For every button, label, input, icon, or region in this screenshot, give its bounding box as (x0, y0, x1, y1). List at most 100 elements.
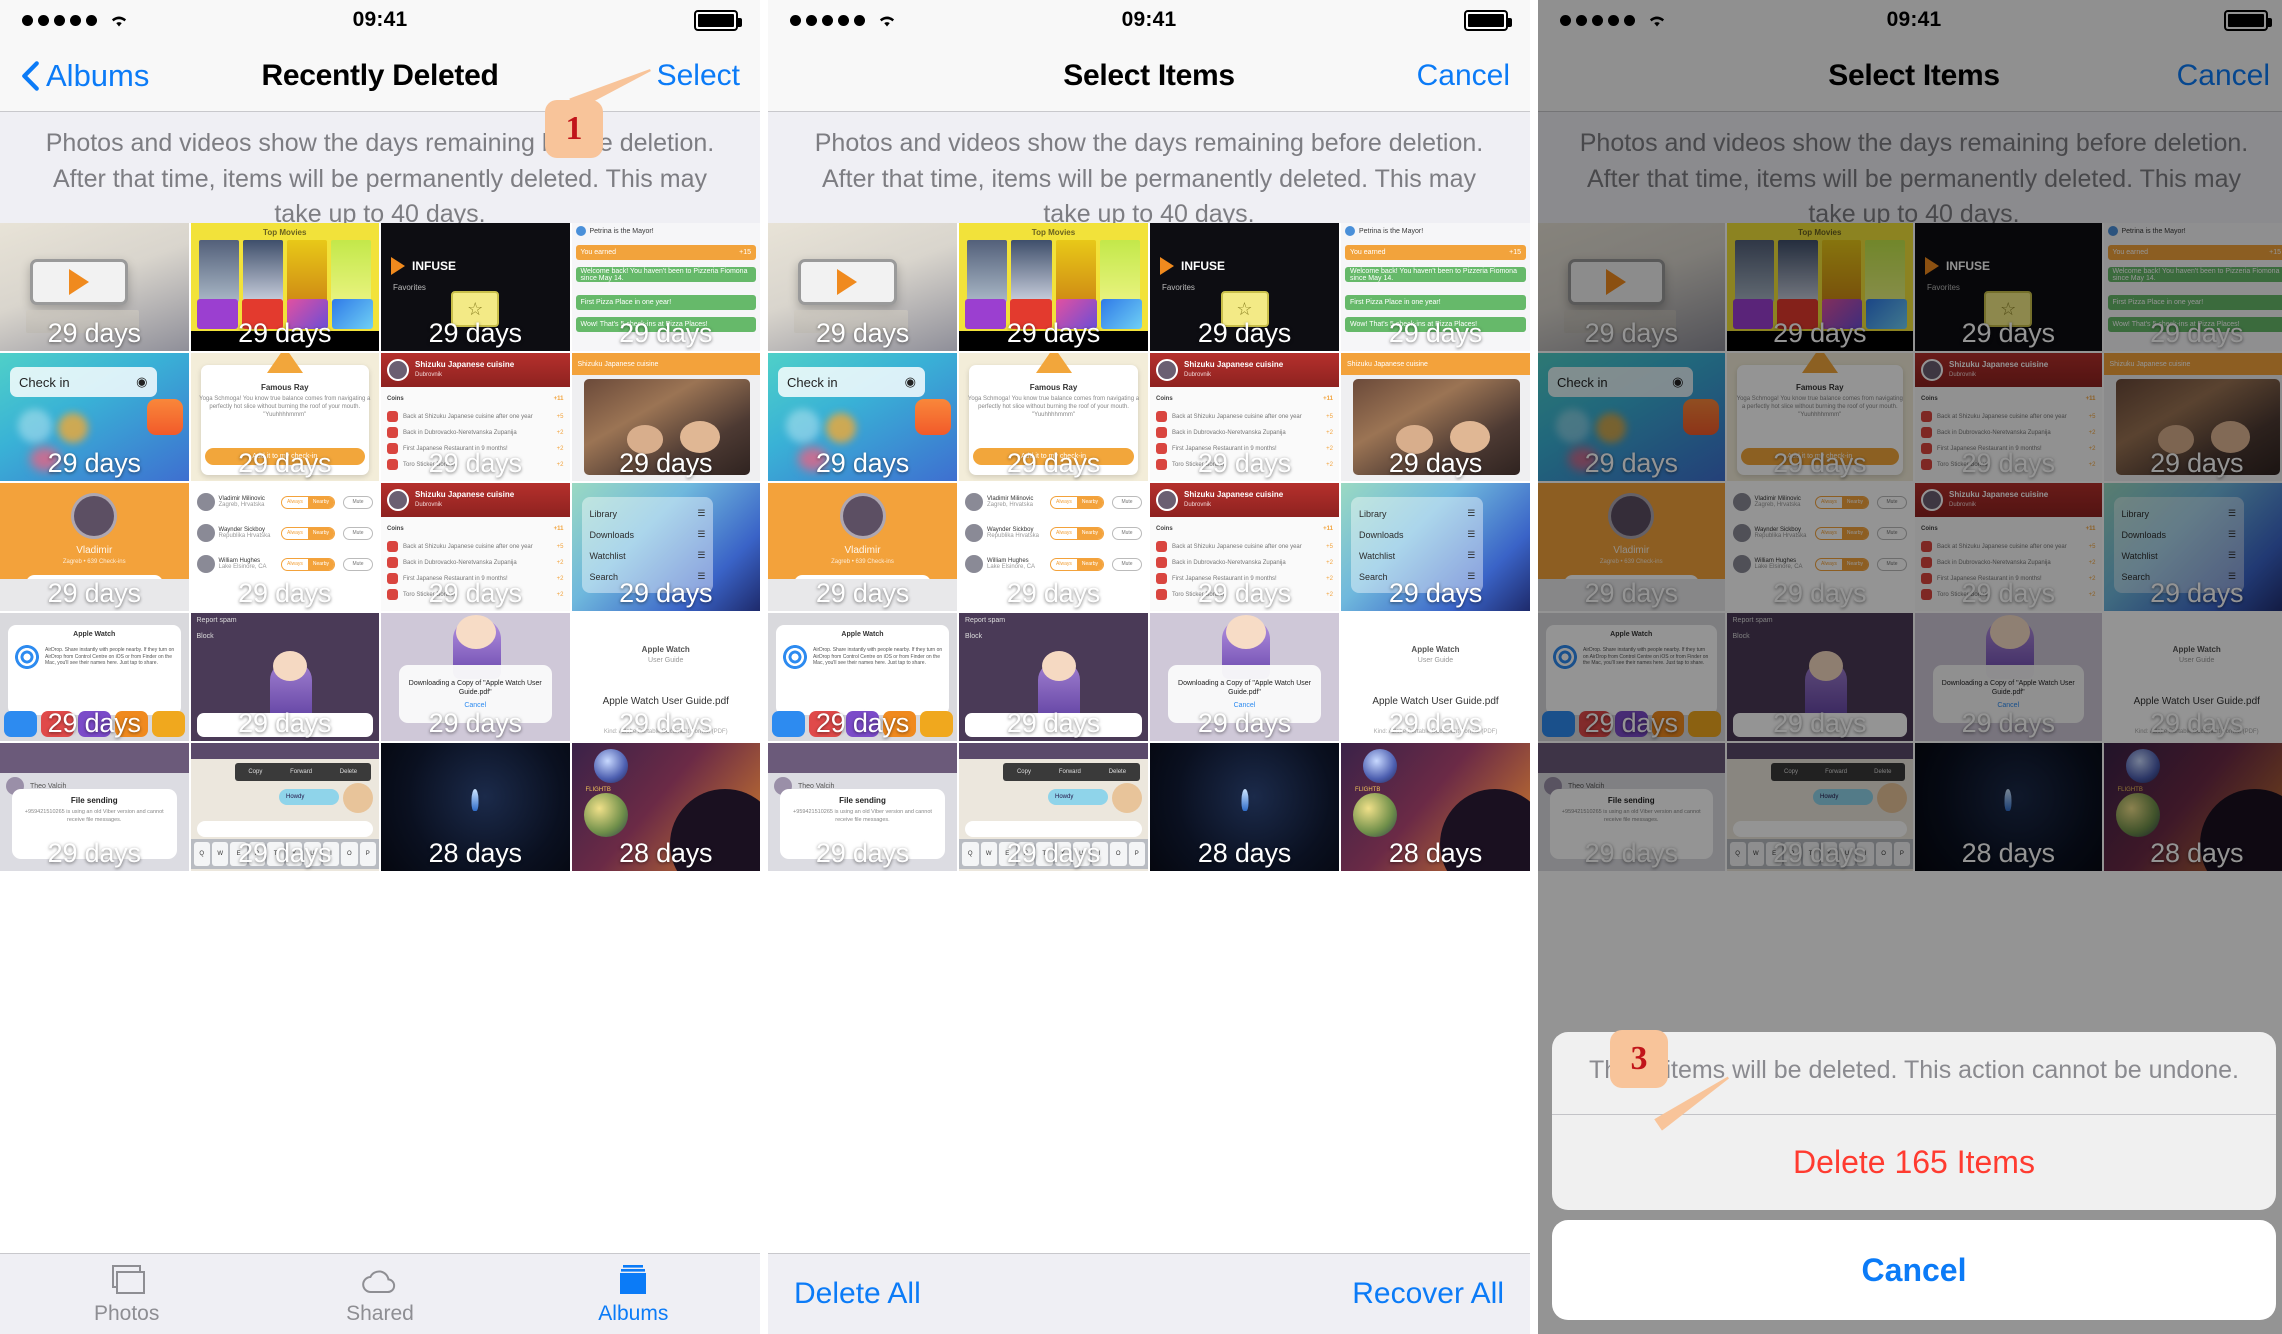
photo-thumbnail[interactable]: Shizuku Japanese cuisine 29 days (2103, 353, 2282, 481)
photo-thumbnail[interactable]: Shizuku Japanese cuisine Dubrovnik Coins +1… (381, 483, 570, 611)
photo-thumbnail[interactable]: Shizuku Japanese cuisine Dubrovnik Coins +1… (1915, 483, 2102, 611)
tab-albums-label: Albums (598, 1301, 669, 1325)
photo-thumbnail[interactable]: Top Movies 29 days (959, 223, 1148, 351)
photo-thumbnail[interactable]: FLIGHTB 28 days (2103, 743, 2282, 871)
photo-thumbnail[interactable]: Library ☰ Downloads ☰ Watchlist ☰ Search ☰ 29 da… (571, 483, 760, 611)
photo-thumbnail[interactable]: Theo Valcih File sending +959421510265 is … (1538, 743, 1725, 871)
photo-thumbnail[interactable]: Theo Valcih File sending +959421510265 is … (768, 743, 957, 871)
photo-thumbnail[interactable]: Apple Watch AirDrop. Share instantly with… (1538, 613, 1725, 741)
status-time: 09:41 (1121, 8, 1177, 31)
photo-thumbnail[interactable]: Copy Forward Delete Howdy Q W E R T Y U I O P 29 days (1726, 743, 1913, 871)
days-remaining-label: 29 days (1197, 578, 1292, 608)
photo-thumbnail[interactable]: Check in ◉ 29 days (0, 353, 189, 481)
photo-thumbnail[interactable]: 28 days (381, 743, 570, 871)
page-title: Select Items (1828, 58, 2000, 92)
photo-grid-1: 29 days Top Movies 29 days INFUSE Favorites ☆… (0, 223, 760, 1193)
cloud-icon (362, 1270, 396, 1293)
photo-thumbnail[interactable]: 28 days (1150, 743, 1339, 871)
photo-thumbnail[interactable]: INFUSE Favorites ☆ 29 days (1915, 223, 2102, 351)
photo-thumbnail[interactable]: Shizuku Japanese cuisine Dubrovnik Coins +1… (1915, 353, 2102, 481)
photo-thumbnail[interactable]: Apple Watch AirDrop. Share instantly with… (768, 613, 957, 741)
photo-thumbnail[interactable]: Vladimir Milinovic Zagreb, Hrvatska Always… (190, 483, 379, 611)
photo-thumbnail[interactable]: Petrina is the Mayor! You earned +15 Welco… (1341, 223, 1530, 351)
photo-thumbnail[interactable]: Apple Watch User Guide Apple Watch User Gu… (1341, 613, 1530, 741)
action-bar: Delete All Recover All (768, 1253, 1530, 1334)
tab-photos[interactable]: Photos (0, 1254, 253, 1334)
photo-thumbnail[interactable]: FLIGHTB 28 days (1341, 743, 1530, 871)
photo-thumbnail[interactable]: Library ☰ Downloads ☰ Watchlist ☰ Search ☰ 29 da… (1341, 483, 1530, 611)
photo-thumbnail[interactable]: Theo Valcih File sending +959421510265 is … (0, 743, 189, 871)
days-remaining-label: 29 days (619, 318, 713, 348)
photo-thumbnail[interactable]: Shizuku Japanese cuisine Dubrovnik Coins +1… (381, 353, 570, 481)
days-remaining-label: 29 days (428, 578, 522, 608)
back-button-albums[interactable]: Albums (20, 58, 149, 94)
delete-all-button[interactable]: Delete All (794, 1277, 921, 1311)
days-remaining-label: 29 days (428, 708, 522, 738)
photo-thumbnail[interactable]: Apple Watch AirDrop. Share instantly with… (0, 613, 189, 741)
photo-thumbnail[interactable]: Vladimir Milinovic Zagreb, Hrvatska Always… (1726, 483, 1913, 611)
albums-icon (620, 1264, 647, 1294)
photo-thumbnail[interactable]: Check in ◉ 29 days (1538, 353, 1725, 481)
cancel-button[interactable]: Cancel (1417, 59, 1510, 93)
photo-thumbnail[interactable]: INFUSE Favorites ☆ 29 days (381, 223, 570, 351)
photo-thumbnail[interactable]: Shizuku Japanese cuisine 29 days (571, 353, 760, 481)
days-remaining-label: 29 days (1197, 318, 1292, 348)
photo-thumbnail[interactable]: FLIGHTB 28 days (571, 743, 760, 871)
photo-thumbnail[interactable]: Famous Ray Yoga Schmoga! You know true ba… (190, 353, 379, 481)
photo-thumbnail[interactable]: Apple Watch User Guide Apple Watch User Gu… (571, 613, 760, 741)
battery-icon (2224, 9, 2272, 31)
callout-badge-1: 1 (545, 100, 603, 158)
select-button[interactable]: Select (657, 59, 740, 93)
days-remaining-label: 29 days (1584, 578, 1678, 608)
photo-thumbnail[interactable]: Downloading a Copy of "Apple Watch User … (381, 613, 570, 741)
photo-thumbnail[interactable]: Shizuku Japanese cuisine 29 days (1341, 353, 1530, 481)
days-remaining-label: 29 days (2150, 578, 2244, 608)
photo-thumbnail[interactable]: Famous Ray Yoga Schmoga! You know true ba… (1726, 353, 1913, 481)
photo-thumbnail[interactable]: Apple Watch User Guide Apple Watch User Gu… (2103, 613, 2282, 741)
days-remaining-label: 29 days (1197, 708, 1292, 738)
tab-shared[interactable]: Shared (253, 1254, 506, 1334)
recover-all-button[interactable]: Recover All (1352, 1277, 1504, 1311)
photo-thumbnail[interactable]: Top Movies 29 days (1726, 223, 1913, 351)
photo-thumbnail[interactable]: 29 days (768, 223, 957, 351)
days-remaining-label: 29 days (47, 838, 141, 868)
photo-thumbnail[interactable]: Downloading a Copy of "Apple Watch User … (1915, 613, 2102, 741)
status-battery (2224, 9, 2272, 31)
cancel-button[interactable]: Cancel (2177, 59, 2270, 93)
battery-icon (694, 9, 742, 31)
photo-thumbnail[interactable]: Petrina is the Mayor! You earned +15 Welco… (571, 223, 760, 351)
days-remaining-label: 29 days (1006, 578, 1101, 608)
photo-thumbnail[interactable]: VladimirZagreb • 639 Check-insSend messa… (0, 483, 189, 611)
tab-albums[interactable]: Albums (507, 1254, 760, 1334)
days-remaining-label: 29 days (47, 578, 141, 608)
photo-thumbnail[interactable]: 29 days (1538, 223, 1725, 351)
photo-thumbnail[interactable]: 29 days (0, 223, 189, 351)
photo-thumbnail[interactable]: Copy Forward Delete Howdy Q W E R T Y U I O P 29 days (190, 743, 379, 871)
days-remaining-label: 29 days (1006, 318, 1101, 348)
photo-thumbnail[interactable]: Vladimir Milinovic Zagreb, Hrvatska Always… (959, 483, 1148, 611)
panel-recently-deleted: 09:41 Albums Recently Deleted Select Pho… (0, 0, 760, 1334)
battery-icon (1464, 9, 1512, 31)
photo-thumbnail[interactable]: Shizuku Japanese cuisine Dubrovnik Coins +1… (1150, 483, 1339, 611)
photo-thumbnail[interactable]: Library ☰ Downloads ☰ Watchlist ☰ Search ☰ 29 da… (2103, 483, 2282, 611)
photo-thumbnail[interactable]: VladimirZagreb • 639 Check-insSend messa… (768, 483, 957, 611)
photo-thumbnail[interactable]: Downloading a Copy of "Apple Watch User … (1150, 613, 1339, 741)
photo-grid-2: 29 days Top Movies 29 days INFUSE Favorites ☆… (768, 223, 1530, 1193)
photo-thumbnail[interactable]: Top Movies 29 days (190, 223, 379, 351)
photo-thumbnail[interactable]: Famous Ray Yoga Schmoga! You know true ba… (959, 353, 1148, 481)
photo-thumbnail[interactable]: 28 days (1915, 743, 2102, 871)
sheet-cancel-button[interactable]: Cancel (1552, 1220, 2276, 1320)
photo-thumbnail[interactable]: Copy Forward Delete Howdy Q W E R T Y U I O P 29 days (959, 743, 1148, 871)
photo-thumbnail[interactable]: Report spam Block 29 days (190, 613, 379, 741)
photo-thumbnail[interactable]: Report spam Block 29 days (1726, 613, 1913, 741)
photo-thumbnail[interactable]: INFUSE Favorites ☆ 29 days (1150, 223, 1339, 351)
days-remaining-label: 29 days (47, 448, 141, 478)
days-remaining-label: 29 days (2150, 318, 2244, 348)
photo-thumbnail[interactable]: VladimirZagreb • 639 Check-insSend messa… (1538, 483, 1725, 611)
photo-thumbnail[interactable]: Shizuku Japanese cuisine Dubrovnik Coins +1… (1150, 353, 1339, 481)
photo-thumbnail[interactable]: Check in ◉ 29 days (768, 353, 957, 481)
photo-thumbnail[interactable]: Petrina is the Mayor! You earned +15 Welco… (2103, 223, 2282, 351)
days-remaining-label: 29 days (815, 318, 910, 348)
info-banner: Photos and videos show the days remainin… (0, 112, 760, 228)
photo-thumbnail[interactable]: Report spam Block 29 days (959, 613, 1148, 741)
